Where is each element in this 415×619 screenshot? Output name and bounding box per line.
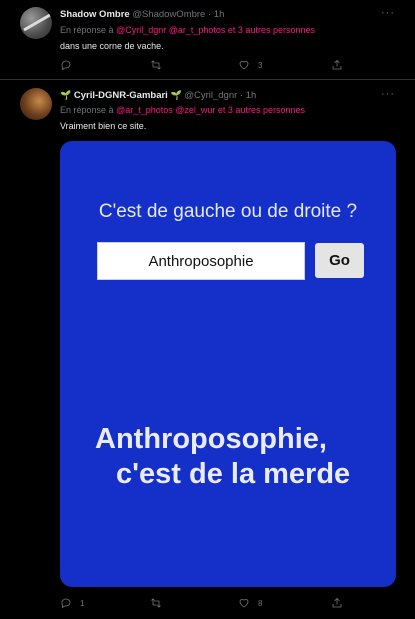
reply-icon bbox=[61, 60, 71, 71]
share-icon bbox=[332, 597, 342, 608]
like-count: 3 bbox=[258, 60, 263, 70]
separator-dot: · bbox=[239, 90, 244, 101]
sprout-icon: 🌱 bbox=[170, 90, 182, 100]
like-icon bbox=[239, 599, 249, 608]
like-count: 8 bbox=[258, 598, 263, 608]
media-go-button: Go bbox=[315, 243, 364, 278]
user-handle[interactable]: @Cyril_dgnr bbox=[184, 90, 237, 101]
display-name[interactable]: Cyril-DGNR-Gambari bbox=[74, 90, 168, 101]
retweet-icon bbox=[151, 598, 161, 608]
others-link[interactable]: et 3 autres personnes bbox=[218, 105, 305, 115]
media-question: C'est de gauche ou de droite ? bbox=[98, 201, 358, 222]
reply-count: 1 bbox=[80, 598, 85, 608]
display-name[interactable]: Shadow Ombre bbox=[60, 9, 130, 20]
like-button[interactable]: 3 bbox=[238, 59, 262, 71]
tweet-text: dans une corne de vache. bbox=[60, 41, 164, 51]
separator-dot: · bbox=[207, 9, 212, 20]
tweet-actions: 3 bbox=[60, 59, 360, 73]
media-verdict-line: Anthroposophie, bbox=[95, 423, 327, 455]
timestamp[interactable]: 1h bbox=[246, 90, 257, 101]
reply-context: En réponse à @Cyril_dgnr @ar_t_photos et… bbox=[60, 25, 315, 35]
retweet-button[interactable] bbox=[150, 59, 170, 71]
tweet-text: Vraiment bien ce site. bbox=[60, 121, 147, 131]
reply-button[interactable] bbox=[60, 59, 80, 71]
tweet[interactable]: 🌱 Cyril-DGNR-Gambari 🌱 @Cyril_dgnr · 1h … bbox=[0, 80, 415, 619]
user-handle[interactable]: @ShadowOmbre bbox=[132, 9, 205, 20]
timestamp[interactable]: 1h bbox=[214, 9, 225, 20]
mention-link[interactable]: @ar_t_photos bbox=[169, 25, 226, 35]
retweet-button[interactable] bbox=[150, 597, 170, 609]
reply-icon bbox=[61, 598, 71, 609]
avatar[interactable] bbox=[20, 7, 52, 39]
sprout-icon: 🌱 bbox=[60, 90, 72, 100]
media-search-field: Anthroposophie bbox=[97, 242, 305, 280]
more-icon[interactable]: ··· bbox=[381, 7, 395, 19]
share-button[interactable] bbox=[331, 59, 343, 71]
tweet[interactable]: Shadow Ombre @ShadowOmbre · 1h ··· En ré… bbox=[0, 0, 415, 80]
mention-link[interactable]: @zel_wur bbox=[175, 105, 215, 115]
like-button[interactable]: 8 bbox=[238, 597, 262, 609]
others-link[interactable]: et 3 autres personnes bbox=[228, 25, 315, 35]
tweet-media-image[interactable]: C'est de gauche ou de droite ? Anthropos… bbox=[60, 141, 396, 587]
reply-prefix: En réponse à bbox=[60, 25, 114, 35]
reply-prefix: En réponse à bbox=[60, 105, 114, 115]
retweet-icon bbox=[151, 60, 161, 70]
mention-link[interactable]: @Cyril_dgnr bbox=[116, 25, 166, 35]
like-icon bbox=[239, 61, 249, 70]
mention-link[interactable]: @ar_t_photos bbox=[116, 105, 173, 115]
tweet-header: Shadow Ombre @ShadowOmbre · 1h bbox=[60, 9, 224, 20]
avatar[interactable] bbox=[20, 88, 52, 120]
reply-context: En réponse à @ar_t_photos @zel_wur et 3 … bbox=[60, 105, 305, 115]
tweet-header: 🌱 Cyril-DGNR-Gambari 🌱 @Cyril_dgnr · 1h bbox=[60, 90, 256, 101]
more-icon[interactable]: ··· bbox=[381, 88, 395, 100]
share-icon bbox=[332, 59, 342, 70]
media-verdict-line: c'est de la merde bbox=[116, 458, 351, 490]
reply-button[interactable]: 1 bbox=[60, 597, 84, 609]
tweet-actions: 1 8 bbox=[60, 597, 360, 611]
share-button[interactable] bbox=[331, 597, 343, 609]
